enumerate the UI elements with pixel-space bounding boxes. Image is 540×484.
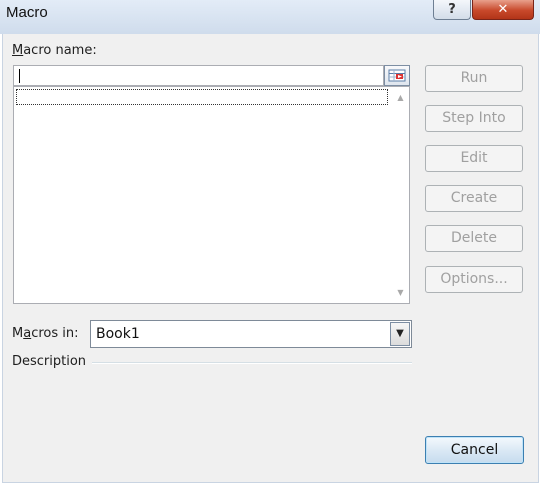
macros-in-dropdown[interactable]: Book1 ▼ xyxy=(90,320,412,348)
delete-button[interactable]: Delete xyxy=(425,225,523,252)
collapse-dialog-button[interactable] xyxy=(384,65,410,86)
macros-in-label-pre: M xyxy=(12,326,24,341)
scroll-up-icon[interactable]: ▲ xyxy=(392,89,409,106)
macro-name-label-accel: M xyxy=(12,43,24,58)
list-focus-row[interactable] xyxy=(16,89,388,105)
cancel-button[interactable]: Cancel xyxy=(425,436,524,464)
step-into-button[interactable]: Step Into xyxy=(425,105,523,132)
create-button[interactable]: Create xyxy=(425,185,523,212)
help-button[interactable]: ? xyxy=(433,0,471,20)
description-label: Description xyxy=(12,354,87,369)
macro-name-label: Macro name: xyxy=(12,43,97,58)
description-separator xyxy=(92,362,412,364)
macro-list[interactable]: ▲ ▼ xyxy=(13,86,410,304)
macro-name-input[interactable] xyxy=(13,65,384,86)
macros-in-selected: Book1 xyxy=(96,326,140,342)
macros-in-label-post: cros in: xyxy=(31,326,79,341)
chevron-down-icon[interactable]: ▼ xyxy=(390,322,410,346)
title-bar[interactable]: Macro ? ✕ xyxy=(0,0,540,34)
collapse-dialog-icon xyxy=(388,69,406,82)
macros-in-label: Macros in: xyxy=(12,326,78,341)
edit-button[interactable]: Edit xyxy=(425,145,523,172)
macros-in-label-accel: a xyxy=(23,326,32,341)
close-button[interactable]: ✕ xyxy=(472,0,534,20)
list-scrollbar[interactable]: ▲ ▼ xyxy=(392,87,409,303)
scroll-down-icon[interactable]: ▼ xyxy=(392,284,409,301)
dialog-body: Macro name: ▲ ▼ Run Step Into Edit Creat… xyxy=(2,34,539,483)
run-button[interactable]: Run xyxy=(425,65,523,92)
text-caret xyxy=(19,69,20,83)
window-title: Macro xyxy=(6,4,48,21)
options-button[interactable]: Options... xyxy=(425,266,523,293)
macro-name-label-rest: acro name: xyxy=(23,43,97,58)
